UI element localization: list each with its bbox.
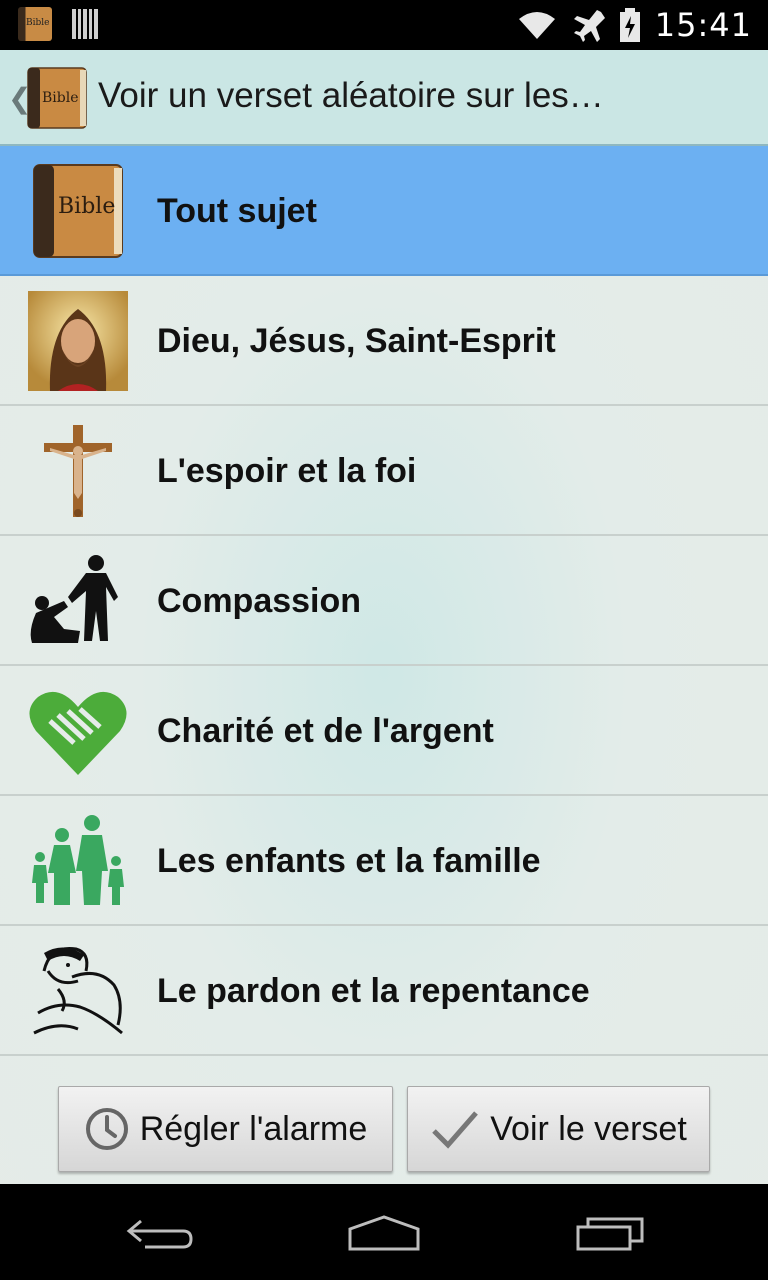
crucifix-icon bbox=[28, 421, 128, 521]
home-button[interactable] bbox=[344, 1210, 424, 1256]
home-icon bbox=[348, 1215, 420, 1251]
app-window: ❮ Bible Voir un verset aléatoire sur les… bbox=[0, 50, 768, 1184]
list-item-label: Charité et de l'argent bbox=[157, 712, 494, 750]
button-bar: Régler l'alarme Voir le verset bbox=[0, 1080, 768, 1184]
status-bar: Bible 15:41 bbox=[0, 0, 768, 50]
app-icon-text: Bible bbox=[26, 18, 50, 28]
list-item-label: Le pardon et la repentance bbox=[157, 972, 590, 1010]
list-item-dieu-jesus[interactable]: Dieu, Jésus, Saint-Esprit bbox=[0, 276, 768, 406]
list-item-label: Tout sujet bbox=[157, 192, 317, 230]
app-icon-label: Bible bbox=[42, 90, 79, 106]
jesus-portrait-icon bbox=[28, 291, 128, 391]
list-item-espoir-foi[interactable]: L'espoir et la foi bbox=[0, 406, 768, 536]
barcode-icon bbox=[72, 9, 98, 39]
set-alarm-button[interactable]: Régler l'alarme bbox=[58, 1086, 393, 1172]
helping-hand-icon bbox=[28, 551, 128, 651]
clock: 15:41 bbox=[654, 6, 752, 44]
view-verse-label: Voir le verset bbox=[490, 1109, 687, 1148]
action-bar: ❮ Bible Voir un verset aléatoire sur les… bbox=[0, 50, 768, 146]
back-button[interactable] bbox=[120, 1210, 200, 1256]
list-item-enfants-famille[interactable]: Les enfants et la famille bbox=[0, 796, 768, 926]
list-item-compassion[interactable]: Compassion bbox=[0, 536, 768, 666]
list-item-label: Dieu, Jésus, Saint-Esprit bbox=[157, 322, 556, 360]
back-icon bbox=[126, 1219, 193, 1249]
list-item-label: Compassion bbox=[157, 582, 362, 620]
list-item-tout-sujet[interactable]: Bible Tout sujet bbox=[0, 146, 768, 276]
list-item-label: L'espoir et la foi bbox=[157, 452, 417, 490]
navigation-bar bbox=[0, 1184, 768, 1280]
embrace-icon bbox=[28, 941, 128, 1041]
list-item-pardon[interactable]: Le pardon et la repentance bbox=[0, 926, 768, 1056]
view-verse-button[interactable]: Voir le verset bbox=[407, 1086, 710, 1172]
bible-book-icon: Bible bbox=[28, 161, 128, 261]
wifi-icon bbox=[518, 12, 555, 39]
battery-icon bbox=[619, 8, 640, 42]
airplane-icon bbox=[573, 10, 605, 42]
heart-hands-icon bbox=[28, 681, 128, 781]
page-title: Voir un verset aléatoire sur les… bbox=[98, 76, 604, 115]
bible-book-text: Bible bbox=[58, 194, 115, 219]
recent-apps-button[interactable] bbox=[570, 1210, 650, 1256]
recent-apps-icon bbox=[576, 1217, 644, 1251]
list-item-charite[interactable]: Charité et de l'argent bbox=[0, 666, 768, 796]
clock-icon bbox=[85, 1108, 128, 1150]
topic-list: Bible Tout sujet Dieu, Jésus, Saint-Espr… bbox=[0, 146, 768, 1080]
set-alarm-label: Régler l'alarme bbox=[139, 1109, 368, 1148]
bible-app-notification-icon: Bible bbox=[18, 7, 52, 41]
list-item-label: Les enfants et la famille bbox=[157, 842, 541, 880]
checkmark-icon bbox=[432, 1111, 479, 1149]
bible-app-icon[interactable]: Bible bbox=[26, 66, 88, 130]
family-icon bbox=[28, 811, 128, 911]
